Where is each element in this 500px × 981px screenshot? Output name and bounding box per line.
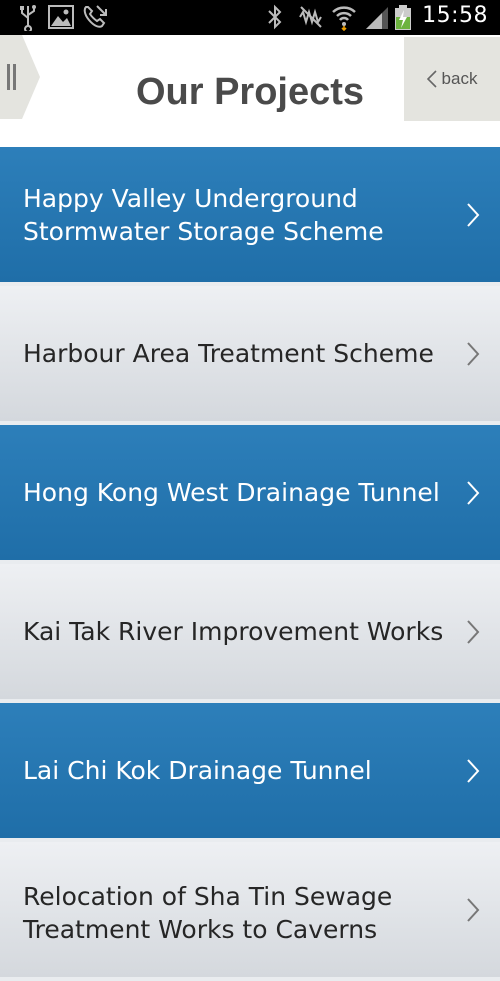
wifi-icon (332, 6, 356, 31)
project-label: Hong Kong West Drainage Tunnel (23, 478, 440, 507)
usb-icon (20, 5, 36, 31)
back-button[interactable]: back (404, 37, 500, 121)
back-label: back (441, 69, 478, 88)
list-item[interactable]: Harbour Area Treatment Scheme (0, 286, 500, 421)
chevron-right-icon (467, 758, 480, 783)
project-label: Relocation of Sha Tin Sewage Treatment W… (23, 882, 393, 944)
mute-icon (299, 6, 322, 28)
project-label: Harbour Area Treatment Scheme (23, 339, 434, 368)
chevron-right-icon (467, 480, 480, 505)
status-bar: 15:58 (0, 0, 500, 35)
chevron-right-icon (467, 341, 480, 366)
project-list: Happy Valley Underground Stormwater Stor… (0, 147, 500, 981)
list-item[interactable]: Kai Tak River Improvement Works (0, 564, 500, 699)
list-item[interactable]: Hong Kong West Drainage Tunnel (0, 425, 500, 560)
list-item[interactable]: Lai Chi Kok Drainage Tunnel (0, 703, 500, 838)
missed-call-icon (83, 5, 107, 28)
list-item[interactable]: Relocation of Sha Tin Sewage Treatment W… (0, 842, 500, 977)
chevron-right-icon (467, 897, 480, 922)
project-label: Happy Valley Underground Stormwater Stor… (23, 183, 384, 246)
image-icon (48, 5, 74, 29)
chevron-left-icon (426, 70, 437, 88)
list-item[interactable]: Happy Valley Underground Stormwater Stor… (0, 147, 500, 282)
battery-charging-icon (395, 5, 411, 30)
project-label: Lai Chi Kok Drainage Tunnel (23, 756, 372, 785)
clock: 15:58 (422, 3, 488, 28)
project-label: Kai Tak River Improvement Works (23, 617, 444, 646)
bluetooth-icon (268, 4, 282, 30)
signal-icon (366, 7, 388, 29)
app-header: Our Projects back (0, 35, 500, 147)
chevron-right-icon (467, 619, 480, 644)
chevron-right-icon (467, 202, 480, 227)
